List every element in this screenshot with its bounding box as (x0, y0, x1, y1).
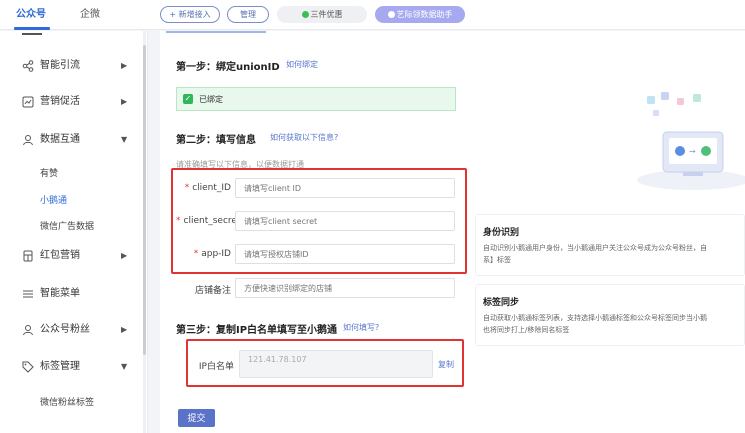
chevron-right-icon: ▶ (121, 97, 128, 106)
chevron-right-icon: ▶ (121, 251, 128, 260)
step3-help-link[interactable]: 如何填写? (343, 322, 379, 333)
sidebar-item-label: 智能菜单 (40, 288, 80, 299)
chart-icon (22, 96, 34, 108)
three-piece-button[interactable]: 三件优惠 (277, 6, 367, 23)
client-id-input[interactable] (235, 178, 455, 198)
sidebar-item-label: 数据互通 (40, 134, 80, 145)
tab-wecom[interactable]: 企微 (80, 0, 100, 30)
tag-icon (22, 361, 34, 373)
chevron-right-icon: ▶ (121, 61, 128, 70)
redpacket-icon (23, 250, 33, 262)
sidebar-item-data-sync[interactable]: 数据互通 ▼ (0, 130, 140, 150)
sidebar-item-fans[interactable]: 公众号粉丝 ▶ (0, 320, 140, 340)
sidebar-item-marketing[interactable]: 营销促活 ▶ (0, 92, 140, 112)
client-id-label: * client_ID (176, 183, 231, 193)
sidebar-scrollbar-thumb[interactable] (143, 45, 146, 355)
tag-sync-desc-line1: 自动获取小鹅通标签列表，支持选择小鹅通标签和公众号标签同步当小鹅 (483, 314, 707, 322)
client-secret-label-text: client_secret (183, 216, 241, 226)
identity-desc-line2: 系】标签 (483, 256, 511, 264)
sidebar-item-red-packet[interactable]: 红包营销 ▶ (0, 246, 140, 266)
three-piece-label: 三件优惠 (310, 10, 343, 19)
app-id-label-text: app-ID (201, 249, 231, 259)
chevron-down-icon: ▼ (121, 135, 128, 144)
chevron-down-icon: ▼ (121, 362, 128, 371)
sidebar-item-label: 智能引流 (40, 60, 80, 71)
assistant-button[interactable]: 艺际领数据助手 (375, 6, 465, 23)
wechat-icon (301, 11, 309, 18)
tab-official-account[interactable]: 公众号 (16, 0, 46, 30)
tab-active-indicator (14, 27, 50, 30)
user-icon (23, 325, 33, 336)
manage-button[interactable]: 管理 (227, 6, 269, 23)
sidebar-item-smart-traffic[interactable]: 智能引流 ▶ (0, 56, 140, 76)
add-access-button[interactable]: + 新增接入 (160, 6, 220, 23)
store-note-label: 店铺备注 (194, 286, 231, 296)
sidebar-item-label: 红包营销 (40, 250, 80, 261)
bind-status-text: 已绑定 (199, 95, 223, 104)
chevron-right-icon: ▶ (121, 325, 128, 334)
required-marker: * (193, 249, 199, 259)
app-id-input[interactable] (235, 244, 455, 264)
assistant-label: 艺际领数据助手 (396, 10, 453, 19)
sidebar-subitem-xiaoe[interactable]: 小鹅通 (40, 193, 67, 206)
tag-sync-desc-line2: 也将同步打上/移除同名标签 (483, 326, 570, 334)
sidebar-item-label: 营销促活 (40, 96, 80, 107)
sidebar-subitem-fan-tags[interactable]: 微信粉丝标签 (40, 395, 94, 408)
ip-whitelist-label: IP白名单 (198, 362, 234, 372)
top-bar (0, 0, 745, 30)
step2-help-link[interactable]: 如何获取以下信息? (270, 132, 338, 143)
user-icon (23, 135, 33, 146)
copy-ip-button[interactable]: 复制 (438, 359, 454, 370)
data-sync-illustration: → (637, 92, 745, 190)
check-icon: ✓ (183, 94, 193, 104)
submit-button[interactable]: 提交 (178, 409, 215, 427)
sidebar-item-smart-menu[interactable]: 智能菜单 (0, 284, 140, 304)
sidebar-item-label: 公众号粉丝 (40, 324, 90, 335)
tag-sync-title: 标签同步 (483, 298, 520, 308)
client-secret-input[interactable] (235, 211, 455, 231)
ip-whitelist-value: 121.41.78.107 (239, 350, 433, 378)
app-id-label: * app-ID (176, 249, 231, 259)
menu-icon (23, 290, 33, 298)
step2-title: 第二步：填写信息 (176, 135, 256, 146)
identity-title: 身份识别 (483, 228, 520, 238)
client-id-label-text: client_ID (192, 183, 231, 193)
required-marker: * (184, 183, 190, 193)
step3-title: 第三步：复制IP白名单填写至小鹅通 (176, 325, 338, 336)
step1-help-link[interactable]: 如何绑定 (286, 59, 318, 70)
collapsed-menu-icon (22, 31, 42, 35)
sidebar-item-tag-manage[interactable]: 标签管理 ▼ (0, 357, 140, 377)
client-secret-label: * client_secret (176, 216, 240, 226)
main-top-accent (166, 31, 266, 33)
required-marker: * (176, 216, 181, 226)
store-note-input[interactable] (235, 278, 455, 298)
identity-desc-line1: 自动识别小鹅通用户身份，当小鹅通用户关注公众号成为公众号粉丝，自 (483, 244, 707, 252)
svg-text:→: → (689, 147, 696, 156)
sidebar-subitem-wechat-ads[interactable]: 微信广告数据 (40, 219, 94, 232)
assistant-icon (387, 11, 395, 18)
sidebar-item-label: 标签管理 (40, 361, 80, 372)
step1-title: 第一步：绑定unionID (176, 62, 280, 73)
step2-hint: 请准确填写以下信息，以便数据打通 (176, 160, 304, 169)
sidebar-subitem-youzan[interactable]: 有赞 (40, 166, 58, 179)
share-icon (22, 60, 34, 72)
